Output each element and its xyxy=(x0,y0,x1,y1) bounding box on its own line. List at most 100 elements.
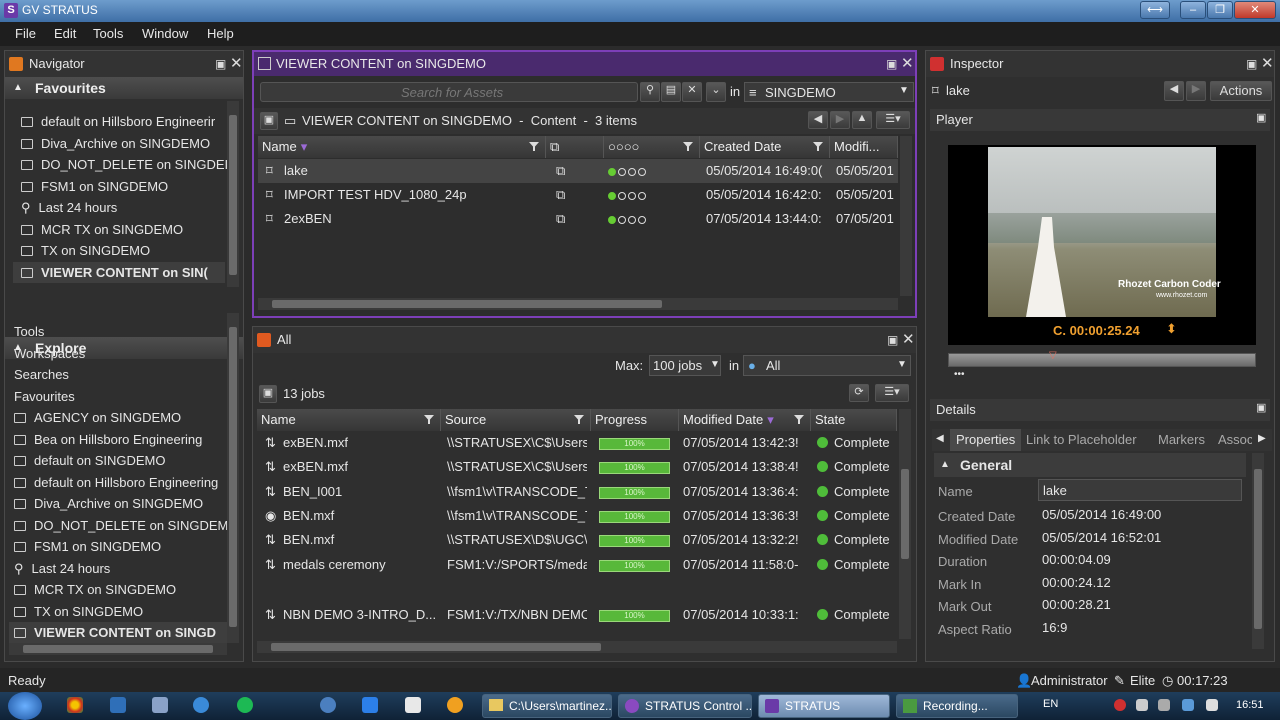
up-icon[interactable]: ▲ xyxy=(852,111,872,129)
list-item[interactable]: default on SINGDEMO xyxy=(14,450,166,471)
dropbox-icon[interactable] xyxy=(362,697,378,713)
close-viewer-icon[interactable]: ✕ xyxy=(901,52,914,76)
table-row[interactable]: ⌑ 2exBEN ⧉ 07/05/2014 13:44:0: 07/05/201 xyxy=(258,207,898,231)
table-row[interactable]: ⇅ exBEN.mxf \\STRATUSEX\C$\Users\ 100% 07/05… xyxy=(257,455,897,479)
table-row[interactable]: ⇅ BEN_I001 \\fsm1\v\TRANSCODE_T 100% 07/05/2… xyxy=(257,480,897,504)
list-item[interactable]: FSM1 on SINGDEMO xyxy=(14,536,161,557)
filter-icon[interactable] xyxy=(529,142,539,151)
search-input[interactable]: Search for Assets xyxy=(260,82,638,102)
menu-help[interactable]: Help xyxy=(207,26,234,41)
filter-icon[interactable] xyxy=(813,142,823,151)
explore-scrollbar[interactable] xyxy=(227,313,239,643)
chrome-icon[interactable] xyxy=(67,697,83,713)
onenote-icon[interactable] xyxy=(110,697,126,713)
tab-associations[interactable]: Associat xyxy=(1218,429,1252,451)
minimize-button[interactable]: – xyxy=(1180,1,1206,19)
col-name[interactable]: Name ▾ xyxy=(258,136,546,158)
search-icon[interactable]: ⚲ xyxy=(640,82,660,102)
list-item[interactable]: Favourites xyxy=(14,386,75,407)
filter-icon[interactable] xyxy=(424,415,434,424)
list-item[interactable]: DO_NOT_DELETE on SINGDEMO xyxy=(14,515,238,536)
tab-properties[interactable]: Properties xyxy=(950,429,1022,451)
list-item[interactable]: Diva_Archive on SINGDEMO xyxy=(21,133,210,154)
task-stratus-control[interactable]: STRATUS Control ... xyxy=(618,694,752,718)
list-options-icon[interactable]: ☰▾ xyxy=(875,384,909,402)
list-options-icon[interactable]: ☰▾ xyxy=(876,111,910,129)
col-modified[interactable]: Modifi... xyxy=(830,136,898,158)
list-item[interactable]: AGENCY on SINGDEMO xyxy=(14,407,181,428)
spotify-icon[interactable] xyxy=(237,697,253,713)
list-item[interactable]: Diva_Archive on SINGDEMO xyxy=(14,493,203,514)
menu-file[interactable]: File xyxy=(15,26,36,41)
col-created[interactable]: Created Date xyxy=(700,136,830,158)
language-indicator[interactable]: EN xyxy=(1043,698,1058,710)
close-jobs-icon[interactable]: ✕ xyxy=(902,327,915,353)
tab-scroll-right-icon[interactable]: ▶ xyxy=(1258,433,1266,444)
navigator-hscrollbar[interactable] xyxy=(9,643,227,655)
float-panel-icon[interactable]: ▣ xyxy=(887,327,898,353)
field-value[interactable]: lake xyxy=(1038,479,1242,501)
scrub-bar[interactable]: ▽ xyxy=(948,350,1256,367)
table-row[interactable]: ⇅ NBN DEMO 3-INTRO_D... FSM1:V:/TX/NBN DEM… xyxy=(257,603,897,627)
list-item[interactable]: Searches xyxy=(14,364,69,385)
scope-select[interactable]: ≡ SINGDEMO ▼ xyxy=(744,82,914,102)
list-item[interactable]: TX on SINGDEMO xyxy=(14,601,143,622)
col-name[interactable]: Name xyxy=(257,409,441,431)
taskbar-clock[interactable]: 16:51 xyxy=(1236,699,1264,711)
table-row[interactable]: ⌑ IMPORT TEST HDV_1080_24p ⧉ 05/05/2014 … xyxy=(258,183,898,207)
clear-search-icon[interactable]: ✕ xyxy=(682,82,702,102)
col-type[interactable]: ⧉ xyxy=(546,136,604,158)
media-player-icon[interactable] xyxy=(320,697,336,713)
general-group-header[interactable]: ▲ General xyxy=(934,453,1246,477)
list-item-selected[interactable]: VIEWER CONTENT on SIN( xyxy=(13,262,225,283)
tray-volume-icon[interactable] xyxy=(1206,699,1218,711)
ie-icon[interactable] xyxy=(193,697,209,713)
refresh-icon[interactable]: ⟳ xyxy=(849,384,869,402)
app-icon[interactable] xyxy=(447,697,463,713)
jobs-vscrollbar[interactable] xyxy=(899,409,911,639)
filter-icon[interactable] xyxy=(574,415,584,424)
float-panel-icon[interactable]: ▣ xyxy=(1246,51,1257,77)
filter-icon[interactable] xyxy=(683,142,693,151)
actions-button[interactable]: Actions xyxy=(1210,81,1272,101)
expand-search-icon[interactable]: ⌄ xyxy=(706,82,726,102)
tab-link-placeholder[interactable]: Link to Placeholder xyxy=(1026,429,1137,451)
tray-alert-icon[interactable] xyxy=(1114,699,1126,711)
playhead-icon[interactable]: ▽ xyxy=(1049,350,1057,361)
list-item[interactable]: Bea on Hillsboro Engineering xyxy=(14,429,202,450)
video-player[interactable]: Rhozet Carbon Coder www.rhozet.com C. 00… xyxy=(948,145,1256,345)
close-inspector-icon[interactable]: ✕ xyxy=(1261,51,1274,77)
start-button[interactable] xyxy=(8,692,42,720)
task-recording[interactable]: Recording... xyxy=(896,694,1018,718)
outlook-icon[interactable] xyxy=(405,697,421,713)
list-item-selected[interactable]: VIEWER CONTENT on SINGD xyxy=(9,622,227,643)
viewer-vscrollbar[interactable] xyxy=(900,136,912,296)
favourites-scrollbar[interactable] xyxy=(227,101,239,287)
close-window-button[interactable]: ✕ xyxy=(1234,1,1276,19)
table-row[interactable]: ⇅ medals ceremony FSM1:V:/SPORTS/meda 100% 0… xyxy=(257,553,897,577)
table-row[interactable]: ⇅ exBEN.mxf \\STRATUSEX\C$\Users\ 100% 07/05… xyxy=(257,431,897,455)
float-panel-icon[interactable]: ▣ xyxy=(886,52,897,76)
close-navigator-icon[interactable]: ✕ xyxy=(230,51,243,77)
forward-icon[interactable]: ▶ xyxy=(830,111,850,129)
float-panel-icon[interactable]: ▣ xyxy=(215,51,226,77)
tray-network-icon[interactable] xyxy=(1182,699,1194,711)
view-toggle-icon[interactable]: ▣ xyxy=(260,112,278,130)
restore-size-button[interactable]: ⟷ xyxy=(1140,1,1170,19)
col-modified[interactable]: Modified Date ▾ xyxy=(679,409,811,431)
menu-tools[interactable]: Tools xyxy=(93,26,123,41)
list-item[interactable]: Tools xyxy=(14,321,44,342)
tab-markers[interactable]: Markers xyxy=(1158,429,1205,451)
table-row[interactable]: ⇅ BEN.mxf \\STRATUSEX\D$\UGC\I 100% 07/05/20… xyxy=(257,528,897,552)
float-panel-icon[interactable]: ▣ xyxy=(1256,401,1266,414)
maximize-button[interactable]: ❐ xyxy=(1207,1,1233,19)
col-status[interactable]: ○○○○ xyxy=(604,136,700,158)
list-item[interactable]: FSM1 on SINGDEMO xyxy=(21,176,168,197)
list-item[interactable]: MCR TX on SINGDEMO xyxy=(14,579,176,600)
previous-asset-icon[interactable]: ◀ xyxy=(1164,81,1184,101)
back-icon[interactable]: ◀ xyxy=(808,111,828,129)
col-source[interactable]: Source xyxy=(441,409,591,431)
tray-usb-icon[interactable] xyxy=(1158,699,1170,711)
filter-icon[interactable] xyxy=(794,415,804,424)
document-icon[interactable] xyxy=(152,697,168,713)
